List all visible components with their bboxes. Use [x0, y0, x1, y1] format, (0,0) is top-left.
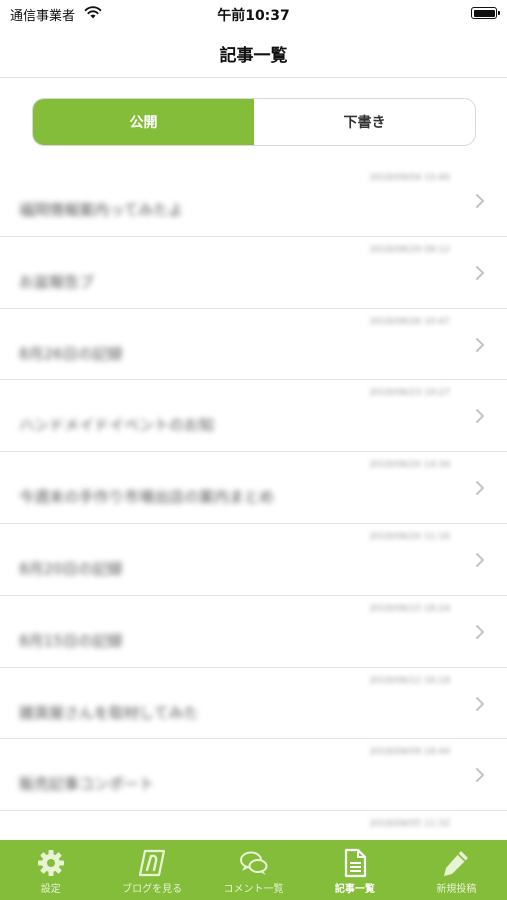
clock: 午前10:37: [217, 8, 290, 24]
article-row[interactable]: 2018/08/12 16:18 雑貨屋さんを取材してみた: [0, 668, 507, 740]
segment-published[interactable]: 公開: [33, 99, 254, 145]
article-date: 2018/08/20 11:16: [369, 531, 450, 542]
article-title: 8月26日の記録: [19, 344, 123, 363]
chevron-right-icon: [476, 481, 484, 496]
tab-view-blog[interactable]: ブログを見る: [101, 840, 202, 900]
article-row[interactable]: 2018/08/20 11:16 8月20日の記録: [0, 524, 507, 596]
tab-new-post[interactable]: 新規投稿: [406, 840, 507, 900]
article-date: 2018/08/12 16:18: [369, 675, 450, 686]
article-title: 8月20日の記録: [19, 559, 123, 578]
tab-label: 記事一覧: [334, 884, 375, 895]
tab-label: コメント一覧: [223, 884, 284, 895]
article-date: 2018/08/15 18:24: [369, 603, 450, 614]
chevron-right-icon: [476, 768, 484, 783]
chevron-right-icon: [476, 552, 484, 567]
article-title: 福岡情報案内ってみたよ: [19, 201, 184, 219]
blog-logo-icon: [139, 849, 166, 877]
tab-comments[interactable]: コメント一覧: [203, 840, 304, 900]
article-date: 2018/08/29 09:12: [369, 244, 450, 255]
article-date: 2018/08/09 18:44: [369, 747, 450, 758]
article-row[interactable]: 2018/08/20 14:34 今週末の手作り市場出店の案内まとめ: [0, 452, 507, 524]
article-list: 2018/09/04 15:40 福岡情報案内ってみたよ 2018/08/29 09…: [0, 165, 507, 883]
article-title: ハンドメイドイベントのお知: [19, 416, 215, 435]
status-segmented-control: 公開 下書き: [32, 98, 476, 146]
document-icon: [344, 848, 367, 878]
chevron-right-icon: [476, 409, 484, 424]
chevron-right-icon: [476, 265, 484, 280]
status-bar: 通信事業者 午前10:37: [0, 0, 507, 28]
tab-label: ブログを見る: [122, 884, 183, 895]
article-row[interactable]: 2018/08/09 18:44 販売記事コンポート: [0, 739, 507, 812]
page-title: 記事一覧: [219, 46, 288, 66]
navigation-bar: 記事一覧: [0, 28, 507, 78]
article-title: 今週末の手作り市場出店の案内まとめ: [19, 488, 275, 507]
segment-drafts[interactable]: 下書き: [254, 99, 475, 145]
tab-articles[interactable]: 記事一覧: [304, 840, 405, 900]
article-row[interactable]: 2018/09/04 15:40 福岡情報案内ってみたよ: [0, 165, 507, 237]
tab-label: 新規投稿: [436, 884, 477, 895]
article-row[interactable]: 2018/08/23 19:27 ハンドメイドイベントのお知: [0, 380, 507, 453]
article-date: 2018/08/26 10:47: [369, 316, 450, 327]
article-title: 販売記事コンポート: [19, 775, 155, 794]
pencil-icon: [444, 851, 469, 876]
article-row[interactable]: 2018/08/26 10:47 8月26日の記録: [0, 309, 507, 381]
tab-bar: 設定 ブログを見る コメント一覧 記事一覧 新規投稿: [0, 840, 507, 900]
article-title: 雑貨屋さんを取材してみた: [19, 703, 199, 722]
article-date: 2018/08/23 19:27: [369, 388, 450, 399]
gear-icon: [37, 850, 64, 876]
chevron-right-icon: [476, 194, 484, 208]
article-date: 2018/08/20 14:34: [369, 460, 450, 471]
article-row[interactable]: 2018/08/15 18:24 8月15日の記録: [0, 596, 507, 668]
tab-settings[interactable]: 設定: [0, 840, 101, 900]
chevron-right-icon: [476, 696, 484, 711]
article-row[interactable]: 2018/08/29 09:12 お盆報告ブ: [0, 237, 507, 309]
article-title: お盆報告ブ: [19, 272, 95, 291]
speech-bubbles-icon: [239, 851, 268, 875]
article-date: 2018/08/05 11:32: [369, 819, 450, 830]
article-title: 8月15日の記録: [19, 631, 123, 650]
chevron-right-icon: [476, 337, 484, 352]
chevron-right-icon: [476, 624, 484, 639]
battery-icon: [471, 7, 500, 19]
article-date: 2018/09/04 15:40: [369, 173, 450, 183]
tab-label: 設定: [40, 884, 61, 895]
